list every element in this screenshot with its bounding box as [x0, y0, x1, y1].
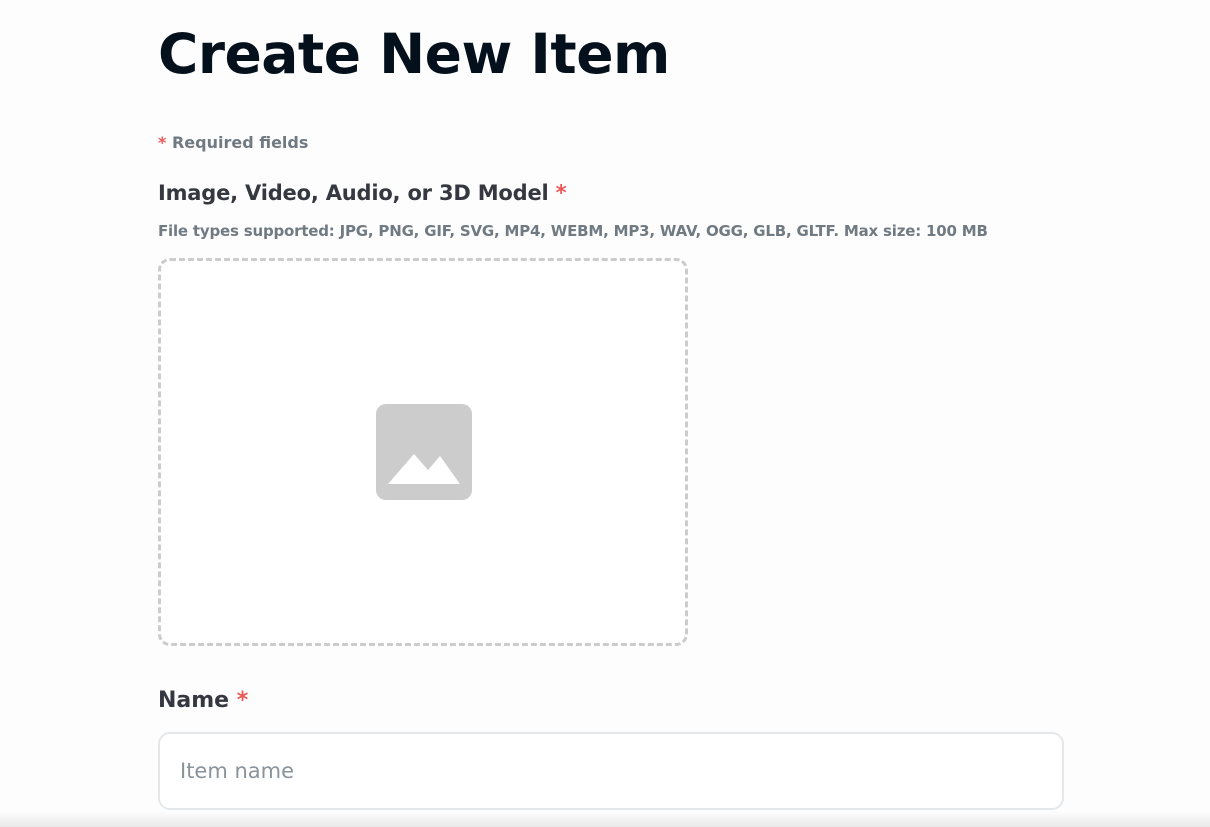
media-required-asterisk: *	[555, 181, 567, 205]
required-asterisk: *	[158, 133, 167, 152]
image-placeholder-icon	[376, 404, 472, 500]
media-file-types-help: File types supported: JPG, PNG, GIF, SVG…	[158, 222, 988, 240]
name-required-asterisk: *	[236, 688, 249, 713]
item-name-input[interactable]	[158, 732, 1064, 810]
required-fields-note: * Required fields	[158, 132, 308, 154]
bottom-scroll-fade	[0, 812, 1210, 827]
media-label-text: Image, Video, Audio, or 3D Model	[158, 181, 549, 205]
name-label-text: Name	[158, 688, 230, 713]
name-field-label: Name *	[158, 686, 248, 716]
media-upload-dropzone[interactable]	[158, 258, 688, 646]
page-title: Create New Item	[158, 22, 670, 86]
required-fields-text: Required fields	[171, 133, 309, 152]
media-field-label: Image, Video, Audio, or 3D Model *	[158, 179, 567, 207]
